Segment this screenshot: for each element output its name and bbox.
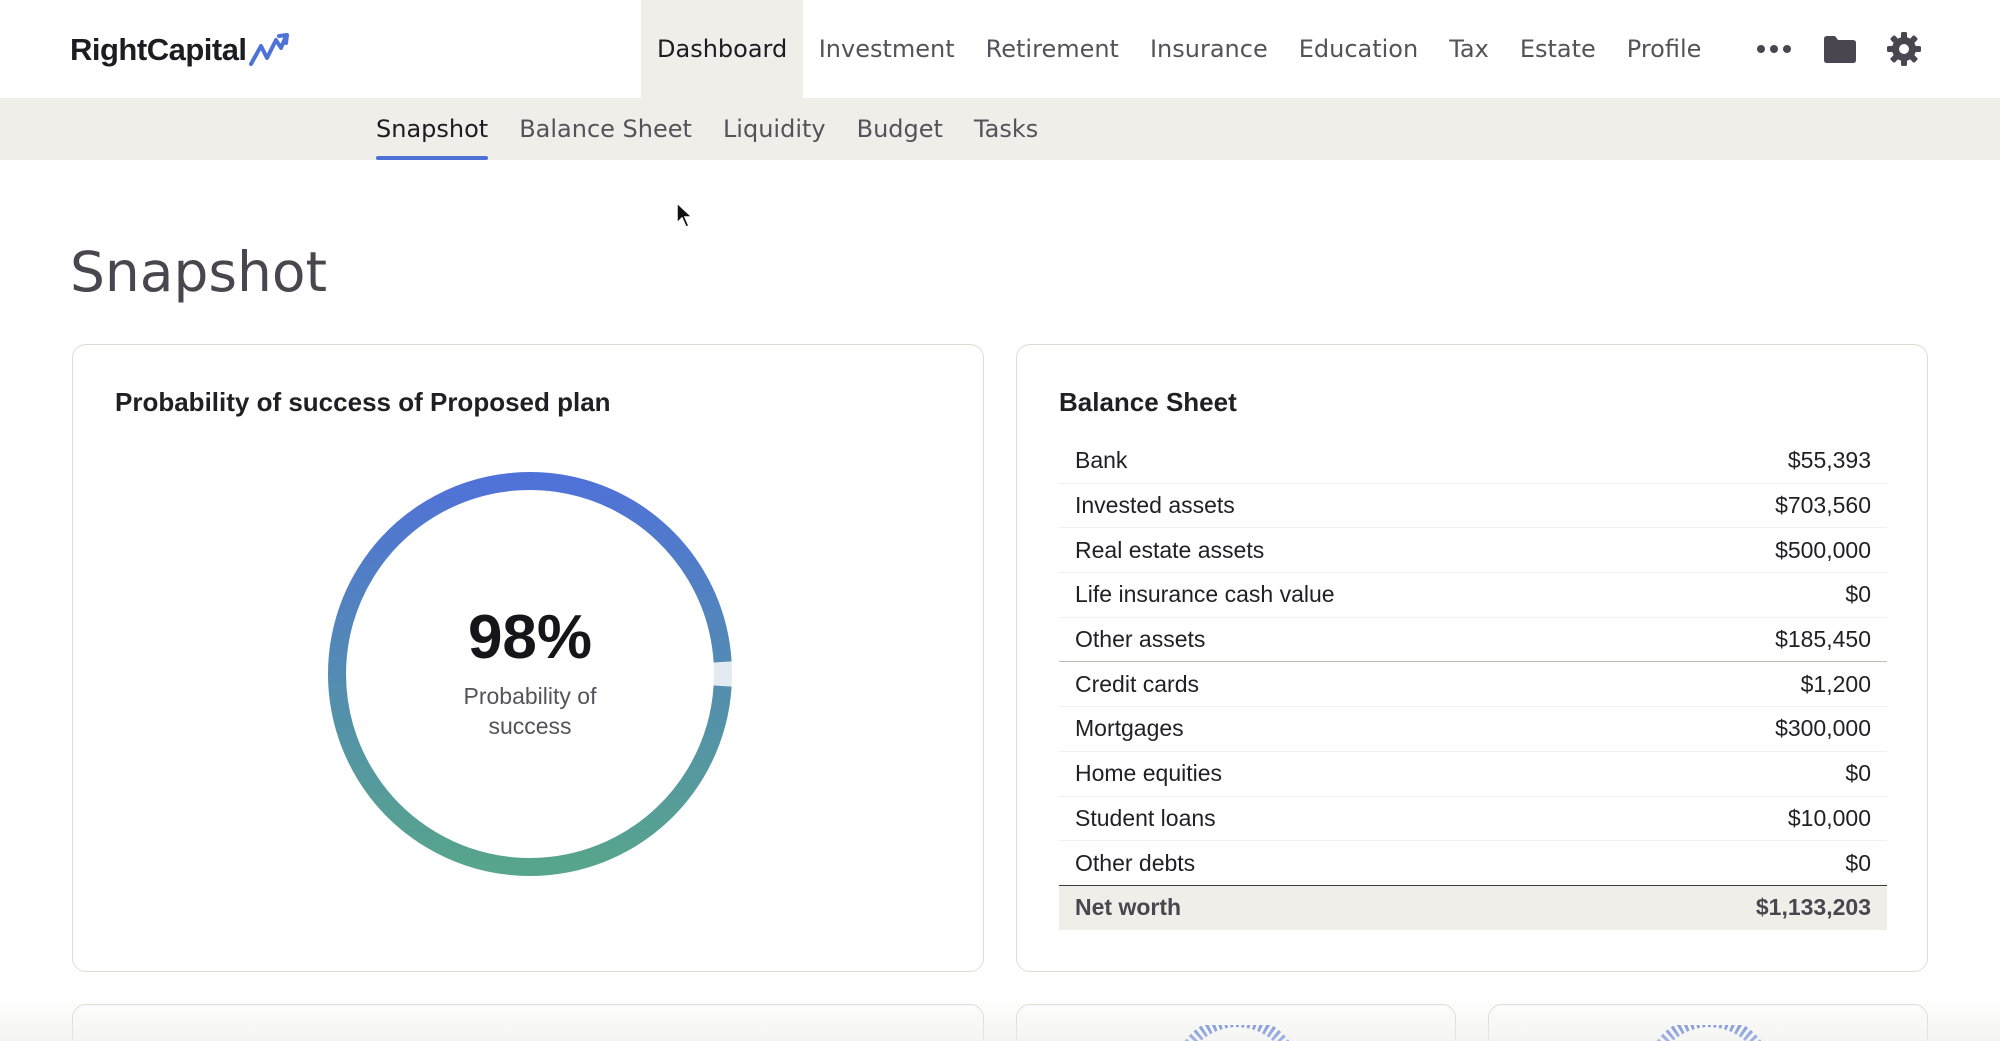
balance-sheet-card[interactable]: Balance Sheet Bank $55,393 Invested asset…	[1016, 344, 1928, 972]
gear-icon[interactable]	[1882, 31, 1926, 67]
probability-value: 98%	[467, 603, 593, 672]
balance-sheet-table: Bank $55,393 Invested assets $703,560 Real…	[1059, 439, 1887, 930]
row-value: $703,560	[1775, 492, 1871, 519]
row-label: Home equities	[1075, 760, 1223, 787]
table-row: Other assets $185,450	[1059, 618, 1887, 663]
row-value: $55,393	[1787, 447, 1871, 474]
nav-icons	[1752, 28, 1926, 70]
row-value: $300,000	[1775, 715, 1871, 742]
table-row: Real estate assets $500,000	[1059, 528, 1887, 574]
tab-tasks[interactable]: Tasks	[974, 98, 1038, 160]
more-icon[interactable]	[1752, 44, 1796, 54]
row-label: Other debts	[1075, 849, 1196, 876]
probability-label: Probability of success	[463, 683, 597, 739]
table-row: Bank $55,393	[1059, 439, 1887, 484]
row-label: Student loans	[1075, 804, 1216, 831]
donut-center: 98% Probability of success	[327, 471, 733, 877]
rightcapital-logo[interactable]: RightCapital	[70, 28, 289, 72]
row-label: Invested assets	[1075, 492, 1235, 519]
logo-text: RightCapital	[70, 32, 247, 67]
row-label: Mortgages	[1075, 715, 1184, 742]
row-value: $1,200	[1800, 670, 1871, 697]
sub-nav: Snapshot Balance Sheet Liquidity Budget …	[376, 98, 1069, 160]
table-row: Credit cards $1,200	[1059, 662, 1887, 708]
probability-card-title: Probability of success of Proposed plan	[115, 387, 611, 417]
row-value: $0	[1845, 849, 1871, 876]
table-row: Home equities $0	[1059, 752, 1887, 797]
table-row: Invested assets $703,560	[1059, 484, 1887, 529]
nav-education[interactable]: Education	[1283, 0, 1433, 98]
table-row: Student loans $10,000	[1059, 797, 1887, 842]
bottom-card-1[interactable]	[72, 1004, 984, 1041]
row-value: $0	[1845, 760, 1871, 787]
row-value: $10,000	[1787, 804, 1871, 831]
table-row: Other debts $0	[1059, 841, 1887, 886]
tab-budget[interactable]: Budget	[857, 98, 943, 160]
row-label: Other assets	[1075, 626, 1206, 653]
sub-nav-bar: Snapshot Balance Sheet Liquidity Budget …	[0, 98, 2000, 160]
tab-liquidity[interactable]: Liquidity	[723, 98, 826, 160]
net-worth-value: $1,133,203	[1755, 894, 1871, 921]
net-worth-row: Net worth $1,133,203	[1059, 885, 1887, 930]
nav-dashboard[interactable]: Dashboard	[641, 0, 804, 98]
nav-estate[interactable]: Estate	[1504, 0, 1611, 98]
tab-snapshot[interactable]: Snapshot	[376, 98, 489, 160]
top-nav-bar: RightCapital Dashboard Investment Retire…	[0, 0, 2000, 98]
tab-balance-sheet[interactable]: Balance Sheet	[519, 98, 692, 160]
balance-sheet-title: Balance Sheet	[1059, 387, 1237, 417]
row-value: $500,000	[1775, 536, 1871, 563]
table-row: Life insurance cash value $0	[1059, 573, 1887, 618]
row-label: Bank	[1075, 447, 1128, 474]
row-value: $0	[1845, 581, 1871, 608]
nav-retirement[interactable]: Retirement	[970, 0, 1134, 98]
logo-arrow-icon	[248, 33, 289, 66]
nav-insurance[interactable]: Insurance	[1134, 0, 1283, 98]
gauge-ticks-icon	[1656, 1025, 1762, 1041]
net-worth-label: Net worth	[1075, 894, 1182, 921]
row-label: Life insurance cash value	[1075, 581, 1335, 608]
page-title: Snapshot	[70, 240, 328, 304]
row-label: Real estate assets	[1075, 536, 1265, 563]
probability-card[interactable]: Probability of success of Proposed plan …	[72, 344, 984, 972]
bottom-card-3[interactable]	[1488, 1004, 1928, 1041]
folder-icon[interactable]	[1818, 34, 1862, 64]
row-label: Credit cards	[1075, 670, 1199, 697]
nav-investment[interactable]: Investment	[803, 0, 970, 98]
nav-tax[interactable]: Tax	[1434, 0, 1505, 98]
mouse-cursor-icon	[676, 202, 694, 228]
row-value: $185,450	[1775, 626, 1871, 653]
nav-profile[interactable]: Profile	[1611, 0, 1717, 98]
main-nav: Dashboard Investment Retirement Insuranc…	[641, 0, 1717, 98]
table-row: Mortgages $300,000	[1059, 707, 1887, 752]
gauge-ticks-icon	[1184, 1025, 1290, 1041]
bottom-card-2[interactable]	[1016, 1004, 1456, 1041]
